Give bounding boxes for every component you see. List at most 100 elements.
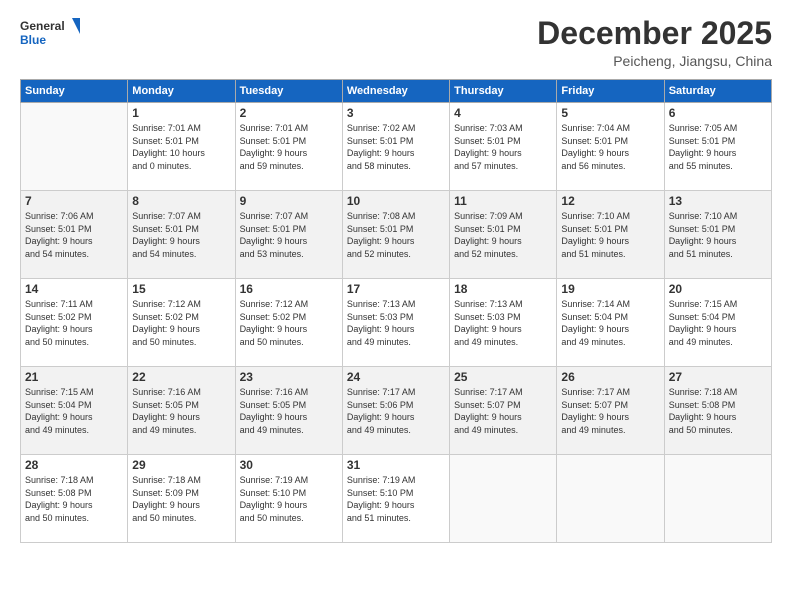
day-number: 9 <box>240 194 338 208</box>
cell-content: Sunrise: 7:08 AM Sunset: 5:01 PM Dayligh… <box>347 210 445 260</box>
header: General Blue December 2025 Peicheng, Jia… <box>20 16 772 69</box>
day-number: 26 <box>561 370 659 384</box>
calendar-cell: 6 Sunrise: 7:05 AM Sunset: 5:01 PM Daylig… <box>664 103 771 191</box>
calendar-cell: 22 Sunrise: 7:16 AM Sunset: 5:05 PM Dayli… <box>128 367 235 455</box>
calendar-cell: 12 Sunrise: 7:10 AM Sunset: 5:01 PM Dayli… <box>557 191 664 279</box>
cell-content: Sunrise: 7:17 AM Sunset: 5:07 PM Dayligh… <box>561 386 659 436</box>
calendar-cell: 29 Sunrise: 7:18 AM Sunset: 5:09 PM Dayli… <box>128 455 235 543</box>
calendar-cell: 17Sunrise: 7:13 AM Sunset: 5:03 PM Dayli… <box>342 279 449 367</box>
calendar-cell <box>450 455 557 543</box>
calendar-cell: 13 Sunrise: 7:10 AM Sunset: 5:01 PM Dayli… <box>664 191 771 279</box>
cell-content: Sunrise: 7:07 AM Sunset: 5:01 PM Dayligh… <box>240 210 338 260</box>
calendar-cell: 27Sunrise: 7:18 AM Sunset: 5:08 PM Dayli… <box>664 367 771 455</box>
calendar-cell: 25 Sunrise: 7:17 AM Sunset: 5:07 PM Dayli… <box>450 367 557 455</box>
cell-content: Sunrise: 7:07 AM Sunset: 5:01 PM Dayligh… <box>132 210 230 260</box>
calendar-cell: 23 Sunrise: 7:16 AM Sunset: 5:05 PM Dayli… <box>235 367 342 455</box>
calendar-cell: 2Sunrise: 7:01 AM Sunset: 5:01 PM Daylig… <box>235 103 342 191</box>
week-row-1: 1 Sunrise: 7:01 AM Sunset: 5:01 PM Daylig… <box>21 103 772 191</box>
calendar-cell: 24 Sunrise: 7:17 AM Sunset: 5:06 PM Dayli… <box>342 367 449 455</box>
month-title: December 2025 <box>537 16 772 51</box>
svg-text:General: General <box>20 19 65 33</box>
title-area: December 2025 Peicheng, Jiangsu, China <box>537 16 772 69</box>
calendar-cell: 9 Sunrise: 7:07 AM Sunset: 5:01 PM Daylig… <box>235 191 342 279</box>
calendar-cell: 21 Sunrise: 7:15 AM Sunset: 5:04 PM Dayli… <box>21 367 128 455</box>
cell-content: Sunrise: 7:01 AM Sunset: 5:01 PM Dayligh… <box>240 122 338 172</box>
cell-content: Sunrise: 7:17 AM Sunset: 5:07 PM Dayligh… <box>454 386 552 436</box>
calendar-cell: 5 Sunrise: 7:04 AM Sunset: 5:01 PM Daylig… <box>557 103 664 191</box>
day-number: 15 <box>132 282 230 296</box>
day-number: 11 <box>454 194 552 208</box>
cell-content: Sunrise: 7:18 AM Sunset: 5:08 PM Dayligh… <box>25 474 123 524</box>
day-number: 18 <box>454 282 552 296</box>
weekday-tuesday: Tuesday <box>235 80 342 103</box>
calendar-cell: 18 Sunrise: 7:13 AM Sunset: 5:03 PM Dayli… <box>450 279 557 367</box>
day-number: 19 <box>561 282 659 296</box>
week-row-3: 14Sunrise: 7:11 AM Sunset: 5:02 PM Dayli… <box>21 279 772 367</box>
day-number: 27 <box>669 370 767 384</box>
week-row-4: 21 Sunrise: 7:15 AM Sunset: 5:04 PM Dayli… <box>21 367 772 455</box>
day-number: 29 <box>132 458 230 472</box>
day-number: 1 <box>132 106 230 120</box>
cell-content: Sunrise: 7:19 AM Sunset: 5:10 PM Dayligh… <box>240 474 338 524</box>
cell-content: Sunrise: 7:05 AM Sunset: 5:01 PM Dayligh… <box>669 122 767 172</box>
calendar-cell: 14Sunrise: 7:11 AM Sunset: 5:02 PM Dayli… <box>21 279 128 367</box>
cell-content: Sunrise: 7:17 AM Sunset: 5:06 PM Dayligh… <box>347 386 445 436</box>
calendar-cell: 30 Sunrise: 7:19 AM Sunset: 5:10 PM Dayli… <box>235 455 342 543</box>
cell-content: Sunrise: 7:04 AM Sunset: 5:01 PM Dayligh… <box>561 122 659 172</box>
logo-svg: General Blue <box>20 16 80 52</box>
day-number: 14 <box>25 282 123 296</box>
cell-content: Sunrise: 7:10 AM Sunset: 5:01 PM Dayligh… <box>561 210 659 260</box>
cell-content: Sunrise: 7:12 AM Sunset: 5:02 PM Dayligh… <box>240 298 338 348</box>
day-number: 30 <box>240 458 338 472</box>
cell-content: Sunrise: 7:10 AM Sunset: 5:01 PM Dayligh… <box>669 210 767 260</box>
calendar-cell: 4Sunrise: 7:03 AM Sunset: 5:01 PM Daylig… <box>450 103 557 191</box>
day-number: 23 <box>240 370 338 384</box>
cell-content: Sunrise: 7:13 AM Sunset: 5:03 PM Dayligh… <box>454 298 552 348</box>
calendar-cell: 28 Sunrise: 7:18 AM Sunset: 5:08 PM Dayli… <box>21 455 128 543</box>
day-number: 8 <box>132 194 230 208</box>
calendar: SundayMondayTuesdayWednesdayThursdayFrid… <box>20 79 772 543</box>
cell-content: Sunrise: 7:19 AM Sunset: 5:10 PM Dayligh… <box>347 474 445 524</box>
cell-content: Sunrise: 7:12 AM Sunset: 5:02 PM Dayligh… <box>132 298 230 348</box>
day-number: 25 <box>454 370 552 384</box>
week-row-2: 7 Sunrise: 7:06 AM Sunset: 5:01 PM Daylig… <box>21 191 772 279</box>
cell-content: Sunrise: 7:15 AM Sunset: 5:04 PM Dayligh… <box>25 386 123 436</box>
day-number: 3 <box>347 106 445 120</box>
cell-content: Sunrise: 7:06 AM Sunset: 5:01 PM Dayligh… <box>25 210 123 260</box>
day-number: 20 <box>669 282 767 296</box>
calendar-cell: 11 Sunrise: 7:09 AM Sunset: 5:01 PM Dayli… <box>450 191 557 279</box>
cell-content: Sunrise: 7:09 AM Sunset: 5:01 PM Dayligh… <box>454 210 552 260</box>
week-row-5: 28 Sunrise: 7:18 AM Sunset: 5:08 PM Dayli… <box>21 455 772 543</box>
calendar-cell: 3 Sunrise: 7:02 AM Sunset: 5:01 PM Daylig… <box>342 103 449 191</box>
weekday-friday: Friday <box>557 80 664 103</box>
day-number: 4 <box>454 106 552 120</box>
day-number: 21 <box>25 370 123 384</box>
subtitle: Peicheng, Jiangsu, China <box>537 53 772 69</box>
calendar-cell: 8 Sunrise: 7:07 AM Sunset: 5:01 PM Daylig… <box>128 191 235 279</box>
day-number: 12 <box>561 194 659 208</box>
calendar-cell <box>21 103 128 191</box>
cell-content: Sunrise: 7:01 AM Sunset: 5:01 PM Dayligh… <box>132 122 230 172</box>
cell-content: Sunrise: 7:16 AM Sunset: 5:05 PM Dayligh… <box>132 386 230 436</box>
day-number: 22 <box>132 370 230 384</box>
cell-content: Sunrise: 7:02 AM Sunset: 5:01 PM Dayligh… <box>347 122 445 172</box>
calendar-cell: 10Sunrise: 7:08 AM Sunset: 5:01 PM Dayli… <box>342 191 449 279</box>
cell-content: Sunrise: 7:18 AM Sunset: 5:09 PM Dayligh… <box>132 474 230 524</box>
weekday-thursday: Thursday <box>450 80 557 103</box>
day-number: 24 <box>347 370 445 384</box>
day-number: 28 <box>25 458 123 472</box>
logo: General Blue <box>20 16 80 52</box>
calendar-cell: 1 Sunrise: 7:01 AM Sunset: 5:01 PM Daylig… <box>128 103 235 191</box>
day-number: 7 <box>25 194 123 208</box>
day-number: 16 <box>240 282 338 296</box>
weekday-monday: Monday <box>128 80 235 103</box>
day-number: 17 <box>347 282 445 296</box>
day-number: 5 <box>561 106 659 120</box>
day-number: 6 <box>669 106 767 120</box>
svg-text:Blue: Blue <box>20 33 46 47</box>
day-number: 13 <box>669 194 767 208</box>
cell-content: Sunrise: 7:14 AM Sunset: 5:04 PM Dayligh… <box>561 298 659 348</box>
cell-content: Sunrise: 7:16 AM Sunset: 5:05 PM Dayligh… <box>240 386 338 436</box>
calendar-cell: 20 Sunrise: 7:15 AM Sunset: 5:04 PM Dayli… <box>664 279 771 367</box>
cell-content: Sunrise: 7:15 AM Sunset: 5:04 PM Dayligh… <box>669 298 767 348</box>
